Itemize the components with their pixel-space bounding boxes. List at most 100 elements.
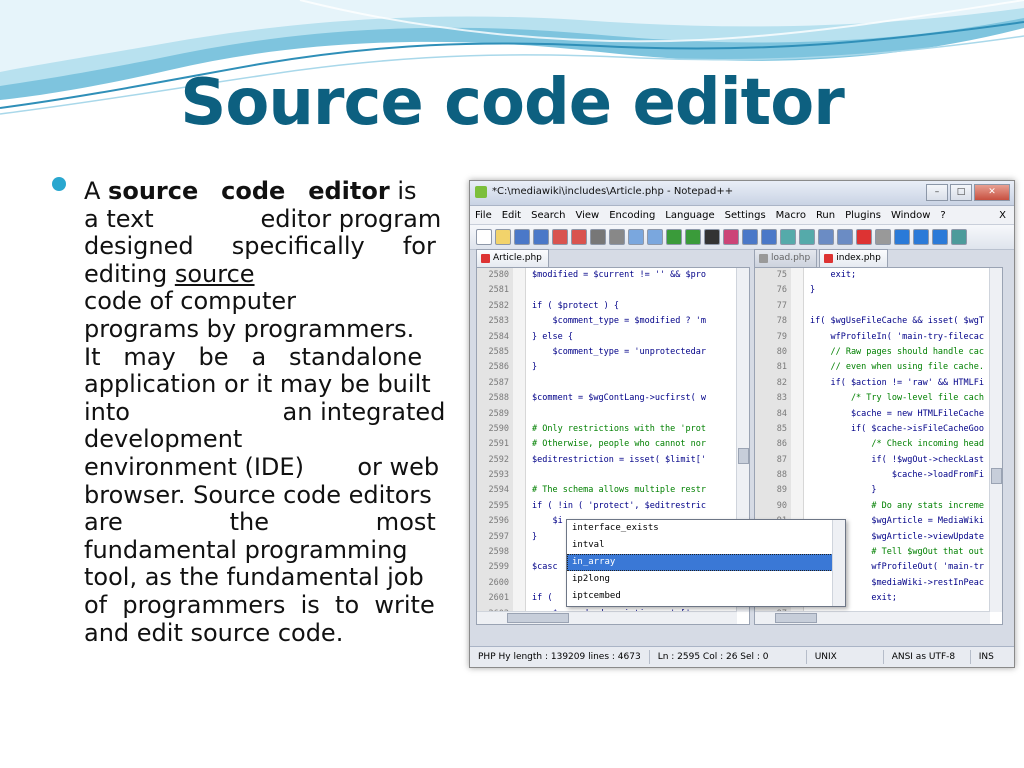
fold-margin[interactable] [791, 468, 804, 484]
fold-margin[interactable] [513, 437, 526, 453]
fold-margin[interactable] [513, 591, 526, 607]
close-icon[interactable] [552, 229, 568, 245]
new-icon[interactable] [476, 229, 492, 245]
fold-margin[interactable] [513, 344, 526, 361]
fold-margin[interactable] [513, 283, 526, 299]
play-multi-icon[interactable] [913, 229, 929, 245]
indent-guide-icon[interactable] [837, 229, 853, 245]
maximize-button[interactable]: □ [950, 184, 972, 201]
fold-margin[interactable] [791, 375, 804, 392]
menu-item-language[interactable]: Language [660, 210, 719, 221]
menu-item-encoding[interactable]: Encoding [604, 210, 660, 221]
fold-margin[interactable] [513, 298, 526, 315]
zoom-out-icon[interactable] [761, 229, 777, 245]
menu-item-settings[interactable]: Settings [720, 210, 771, 221]
bullet-text-line: and edit source code. [84, 619, 434, 648]
save-macro-icon[interactable] [932, 229, 948, 245]
fold-margin[interactable] [791, 283, 804, 299]
fold-margin[interactable] [791, 437, 804, 453]
zoom-in-icon[interactable] [742, 229, 758, 245]
fold-margin[interactable] [513, 560, 526, 576]
stop-icon[interactable] [875, 229, 891, 245]
sync-v-icon[interactable] [780, 229, 796, 245]
fold-margin[interactable] [791, 498, 804, 515]
close-button[interactable]: ✕ [974, 184, 1010, 201]
menu-item-edit[interactable]: Edit [497, 210, 526, 221]
trim-icon[interactable] [951, 229, 967, 245]
save-all-icon[interactable] [533, 229, 549, 245]
fold-margin[interactable] [791, 391, 804, 407]
play-icon[interactable] [894, 229, 910, 245]
replace-icon[interactable] [723, 229, 739, 245]
autocomplete-scrollbar[interactable] [832, 520, 845, 606]
fold-margin[interactable] [513, 391, 526, 407]
fold-margin[interactable] [791, 268, 804, 284]
close-all-icon[interactable] [571, 229, 587, 245]
minimize-button[interactable]: – [926, 184, 948, 201]
fold-margin[interactable] [513, 452, 526, 469]
fold-margin[interactable] [513, 468, 526, 484]
autocomplete-list[interactable]: interface_exists intval in_array ip2long ipt… [566, 519, 846, 607]
sync-h-icon[interactable] [799, 229, 815, 245]
autocomplete-item[interactable]: iptcembed [567, 588, 845, 605]
fold-margin[interactable] [513, 483, 526, 499]
tab-index-php[interactable]: index.php [819, 249, 888, 267]
autocomplete-item[interactable]: interface_exists [567, 520, 845, 537]
menu-item-[interactable]: ? [935, 210, 950, 221]
vertical-scrollbar[interactable] [989, 268, 1002, 612]
fold-margin[interactable] [791, 360, 804, 376]
fold-margin[interactable] [513, 314, 526, 330]
autocomplete-item[interactable]: in_array [567, 554, 845, 571]
fold-margin[interactable] [513, 406, 526, 422]
wrap-icon[interactable] [818, 229, 834, 245]
code-text: if( $wgUseFileCache && isset( $wgT [810, 316, 984, 327]
fold-margin[interactable] [513, 421, 526, 438]
autocomplete-item[interactable]: ip2long [567, 571, 845, 588]
cut-icon[interactable] [609, 229, 625, 245]
tab-Article-php[interactable]: Article.php [476, 249, 549, 267]
fold-margin[interactable] [513, 498, 526, 515]
copy-icon[interactable] [628, 229, 644, 245]
menu-item-window[interactable]: Window [886, 210, 935, 221]
fold-margin[interactable] [513, 375, 526, 392]
menu-item-run[interactable]: Run [811, 210, 840, 221]
menu-close-doc-button[interactable]: X [994, 210, 1014, 221]
fold-margin[interactable] [791, 314, 804, 330]
fold-margin[interactable] [791, 344, 804, 361]
fold-margin[interactable] [513, 575, 526, 592]
menu-item-macro[interactable]: Macro [771, 210, 811, 221]
paste-icon[interactable] [647, 229, 663, 245]
fold-margin[interactable] [513, 329, 526, 345]
undo-icon[interactable] [666, 229, 682, 245]
code-text: } else { [532, 331, 573, 342]
autocomplete-item[interactable]: intval [567, 537, 845, 554]
record-icon[interactable] [856, 229, 872, 245]
fold-margin[interactable] [791, 452, 804, 469]
open-icon[interactable] [495, 229, 511, 245]
fold-margin[interactable] [513, 529, 526, 546]
fold-margin[interactable] [791, 406, 804, 422]
horizontal-scrollbar[interactable] [755, 611, 990, 624]
fold-margin[interactable] [513, 514, 526, 530]
print-icon[interactable] [590, 229, 606, 245]
code-text: if( $action != 'raw' && HTMLFi [810, 377, 984, 388]
menu-item-search[interactable]: Search [526, 210, 570, 221]
tab-load-php[interactable]: load.php [754, 249, 818, 267]
horizontal-scrollbar[interactable] [477, 611, 737, 624]
save-icon[interactable] [514, 229, 530, 245]
fold-margin[interactable] [791, 329, 804, 345]
fold-margin[interactable] [791, 421, 804, 438]
fold-margin[interactable] [791, 483, 804, 499]
link-text[interactable]: source [175, 260, 255, 288]
window-titlebar[interactable]: *C:\mediawiki\includes\Article.php - Not… [470, 181, 1014, 206]
menu-item-file[interactable]: File [470, 210, 497, 221]
menu-item-view[interactable]: View [570, 210, 604, 221]
find-icon[interactable] [704, 229, 720, 245]
fold-margin[interactable] [513, 268, 526, 284]
fold-margin[interactable] [791, 298, 804, 315]
code-line: 2582 if ( $protect ) { [477, 298, 737, 315]
menu-item-plugins[interactable]: Plugins [840, 210, 886, 221]
redo-icon[interactable] [685, 229, 701, 245]
fold-margin[interactable] [513, 545, 526, 561]
fold-margin[interactable] [513, 360, 526, 376]
